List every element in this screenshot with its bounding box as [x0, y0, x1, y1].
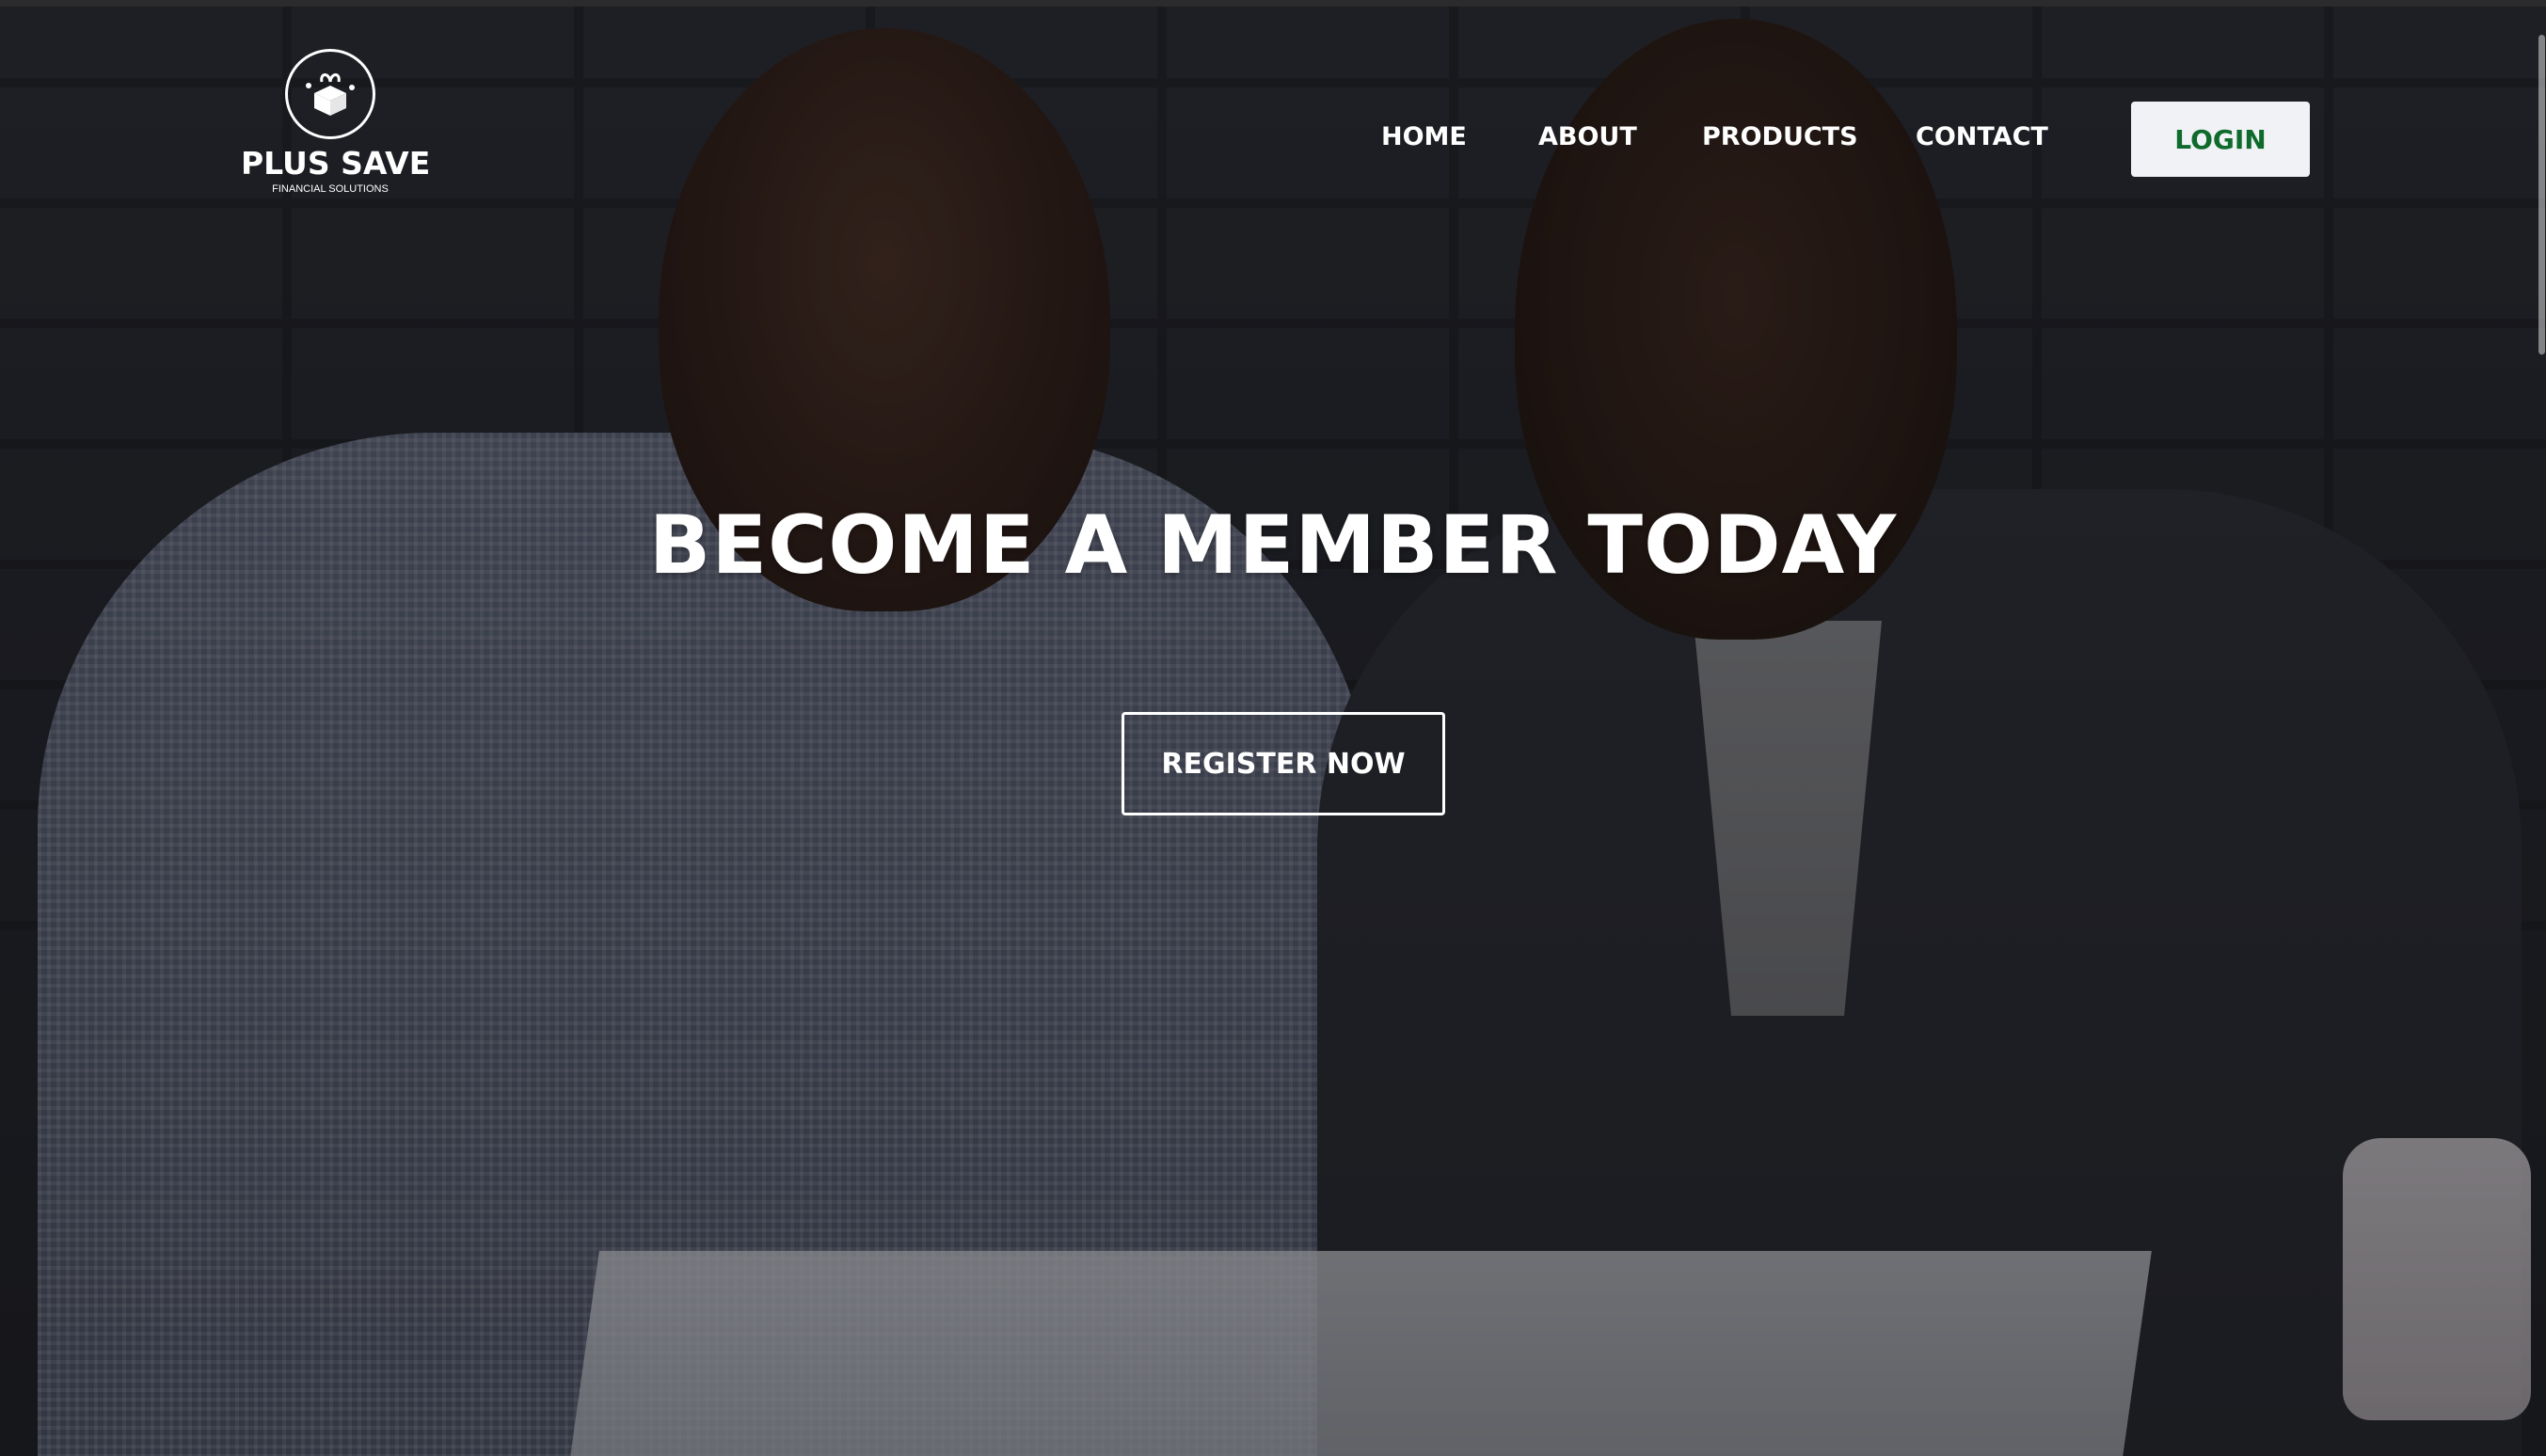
- gift-box-icon: [285, 49, 375, 139]
- window-top-edge: [0, 0, 2546, 7]
- nav-contact-link[interactable]: CONTACT: [1916, 122, 2048, 151]
- login-button[interactable]: LOGIN: [2131, 102, 2310, 177]
- brand-tagline: FINANCIAL SOLUTIONS: [272, 183, 389, 195]
- hero-title: BECOME A MEMBER TODAY: [648, 499, 1898, 593]
- page-scrollbar[interactable]: [2537, 7, 2546, 1456]
- nav-products-link[interactable]: PRODUCTS: [1702, 122, 1858, 151]
- brand-name: PLUS SAVE: [241, 145, 431, 182]
- register-now-button[interactable]: REGISTER NOW: [1122, 712, 1445, 815]
- landing-page: PLUS SAVE FINANCIAL SOLUTIONS HOME ABOUT…: [0, 0, 2546, 1456]
- brand-logo[interactable]: PLUS SAVE FINANCIAL SOLUTIONS: [241, 49, 431, 195]
- nav-home-link[interactable]: HOME: [1381, 122, 1467, 151]
- nav-about-link[interactable]: ABOUT: [1538, 122, 1637, 151]
- scrollbar-thumb[interactable]: [2538, 35, 2545, 355]
